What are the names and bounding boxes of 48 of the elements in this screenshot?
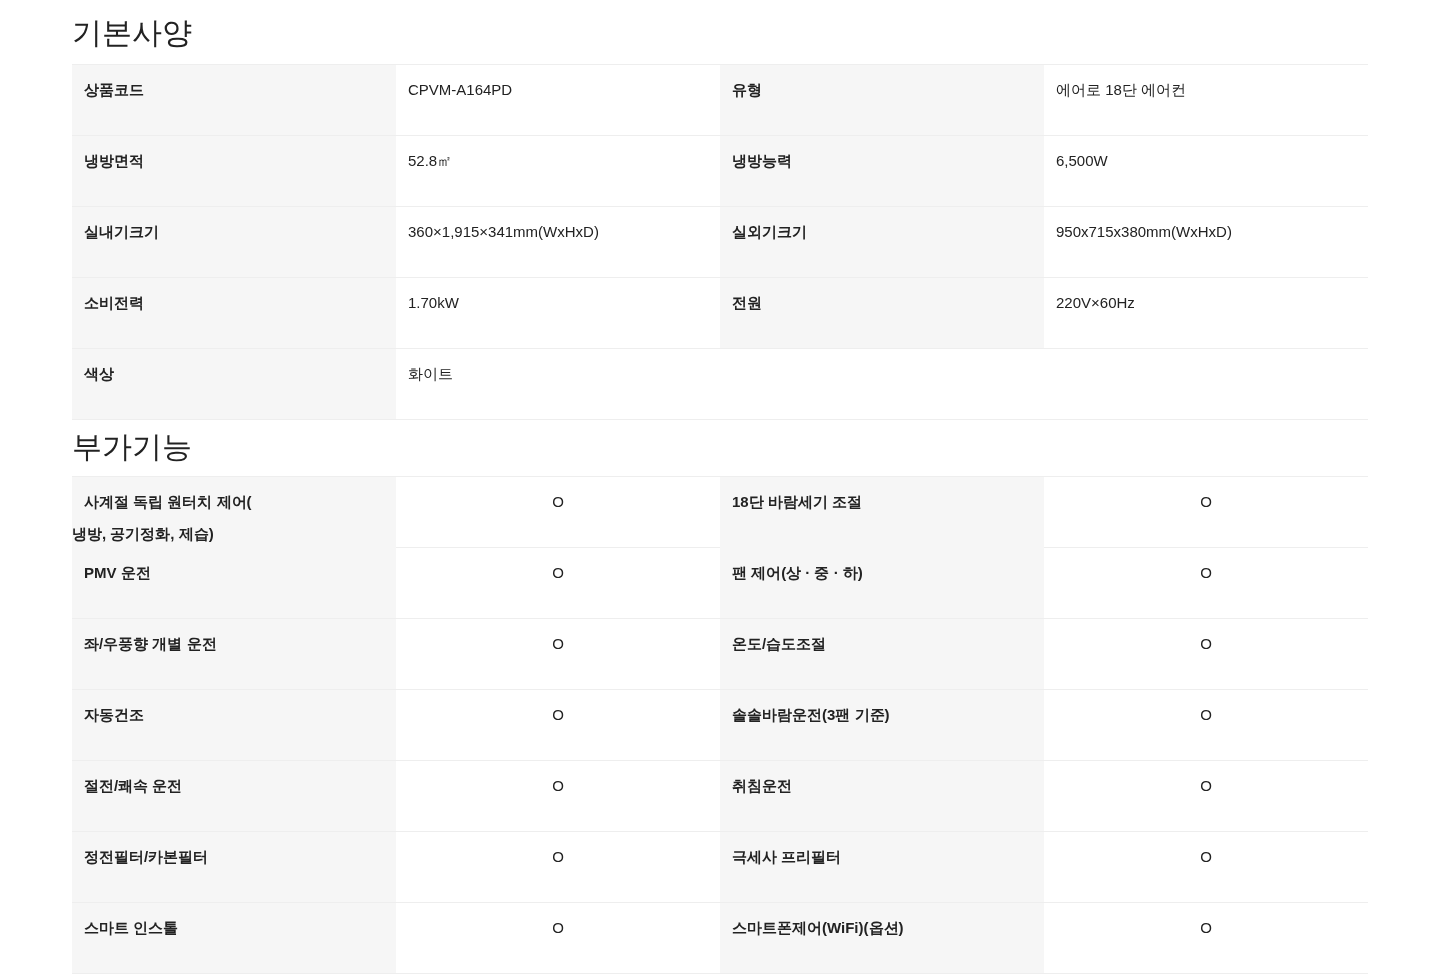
spec-label: 18단 바람세기 조절 [720, 477, 1044, 550]
spec-label: 실내기크기 [72, 207, 396, 277]
spec-value: 1.70kW [407, 293, 460, 313]
spec-label: PMV 운전 [72, 548, 396, 618]
spec-label: 좌/우풍향 개별 운전 [72, 619, 396, 689]
spec-label: 유형 [720, 65, 1044, 135]
spec-value: O [1199, 918, 1213, 938]
spec-label: 사계절 독립 원터치 제어( 냉방, 공기정화, 제습) [72, 477, 396, 550]
spec-value: O [551, 563, 565, 583]
spec-value: O [1199, 847, 1213, 867]
spec-value: O [551, 492, 565, 512]
spec-value: O [1199, 634, 1213, 654]
spec-label: 상품코드 [72, 65, 396, 135]
spec-value: 52.8㎡ [407, 151, 454, 171]
spec-label: 솔솔바람운전(3팬 기준) [720, 690, 1044, 760]
spec-label: 스마트 인스톨 [72, 903, 396, 973]
spec-value: O [551, 705, 565, 725]
spec-value: O [551, 776, 565, 796]
spec-label: 전원 [720, 278, 1044, 348]
spec-value: 950x715x380mm(WxHxD) [1055, 222, 1233, 242]
spec-value: 360×1,915×341mm(WxHxD) [407, 222, 600, 242]
spec-label: 냉방면적 [72, 136, 396, 206]
spec-label: 극세사 프리필터 [720, 832, 1044, 902]
spec-label: 절전/쾌속 운전 [72, 761, 396, 831]
spec-value: 220V×60Hz [1055, 293, 1136, 313]
spec-value: O [1199, 705, 1213, 725]
spec-value: O [551, 634, 565, 654]
spec-label: 온도/습도조절 [720, 619, 1044, 689]
spec-value: 에어로 18단 에어컨 [1055, 80, 1188, 100]
spec-value: O [1199, 492, 1213, 512]
spec-value: 6,500W [1055, 151, 1109, 171]
spec-label: 색상 [72, 349, 396, 419]
spec-value: 화이트 [407, 364, 454, 384]
spec-value: O [1199, 776, 1213, 796]
spec-value: O [551, 847, 565, 867]
spec-label: 정전필터/카본필터 [72, 832, 396, 902]
spec-value: O [551, 918, 565, 938]
spec-value: O [1199, 563, 1213, 583]
section-title: 기본사양 [72, 15, 193, 51]
spec-label: 스마트폰제어(WiFi)(옵션) [720, 903, 1044, 973]
spec-label: 실외기크기 [720, 207, 1044, 277]
spec-label: 자동건조 [72, 690, 396, 760]
spec-label: 팬 제어(상 · 중 · 하) [720, 548, 1044, 618]
spec-value: CPVM-A164PD [407, 80, 514, 100]
section-title: 부가기능 [72, 429, 193, 465]
spec-label: 냉방능력 [720, 136, 1044, 206]
spec-label: 소비전력 [72, 278, 396, 348]
spec-label: 취침운전 [720, 761, 1044, 831]
